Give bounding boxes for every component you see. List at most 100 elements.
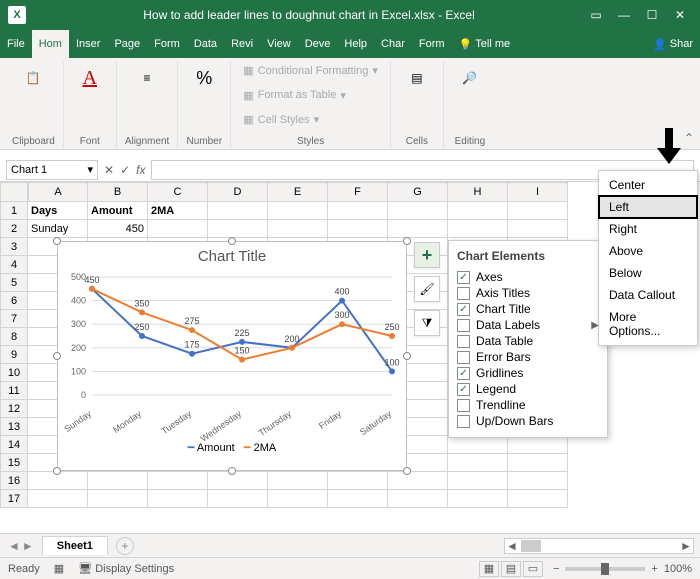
chart-element-item[interactable]: ✓Legend: [457, 381, 599, 397]
row-header[interactable]: 10: [0, 364, 28, 382]
column-header[interactable]: B: [88, 182, 148, 202]
chart-plot[interactable]: 0100200300400500SundayMondayTuesdayWedne…: [58, 271, 408, 441]
chart-element-item[interactable]: Data Table: [457, 333, 599, 349]
row-header[interactable]: 8: [0, 328, 28, 346]
view-page-layout-icon[interactable]: ▤: [501, 561, 521, 577]
chart-handle[interactable]: [228, 237, 236, 245]
chart-element-item[interactable]: Up/Down Bars: [457, 413, 599, 429]
cell[interactable]: [268, 220, 328, 238]
paste-button[interactable]: 📋: [15, 62, 51, 94]
checkbox[interactable]: [457, 415, 470, 428]
tab-formulas[interactable]: Form: [147, 30, 187, 58]
font-button[interactable]: A: [72, 62, 108, 94]
column-header[interactable]: D: [208, 182, 268, 202]
cell[interactable]: [208, 202, 268, 220]
checkbox[interactable]: [457, 319, 470, 332]
cell[interactable]: [388, 220, 448, 238]
row-header[interactable]: 7: [0, 310, 28, 328]
row-header[interactable]: 17: [0, 490, 28, 508]
cell[interactable]: [508, 436, 568, 454]
cell[interactable]: [448, 220, 508, 238]
cell[interactable]: [388, 472, 448, 490]
cancel-formula-icon[interactable]: ✕: [104, 163, 114, 177]
chart-handle[interactable]: [53, 467, 61, 475]
sheet-nav-prev-icon[interactable]: ◄: [8, 539, 20, 553]
cell[interactable]: [508, 472, 568, 490]
chart-handle[interactable]: [403, 352, 411, 360]
zoom-slider[interactable]: [565, 567, 645, 571]
cell[interactable]: [28, 490, 88, 508]
tab-file[interactable]: File: [0, 30, 32, 58]
cell-c2[interactable]: [148, 220, 208, 238]
chart-object[interactable]: Chart Title 0100200300400500SundayMonday…: [57, 241, 407, 471]
cell[interactable]: [268, 490, 328, 508]
checkbox[interactable]: ✓: [457, 383, 470, 396]
scroll-right-icon[interactable]: ►: [679, 539, 693, 553]
zoom-in-icon[interactable]: +: [651, 563, 657, 575]
alignment-button[interactable]: ≡: [129, 62, 165, 94]
submenu-item[interactable]: Below: [599, 262, 697, 284]
minimize-icon[interactable]: —: [612, 3, 636, 27]
chart-handle[interactable]: [53, 352, 61, 360]
chart-styles-button[interactable]: 🖌: [414, 276, 440, 302]
row-header[interactable]: 6: [0, 292, 28, 310]
add-sheet-button[interactable]: +: [116, 537, 134, 555]
chart-element-item[interactable]: Data Labels▶: [457, 317, 599, 333]
row-header[interactable]: 13: [0, 418, 28, 436]
cell[interactable]: [508, 202, 568, 220]
cell[interactable]: [448, 454, 508, 472]
tab-home[interactable]: Hom: [32, 30, 69, 58]
cell[interactable]: [148, 472, 208, 490]
checkbox[interactable]: ✓: [457, 303, 470, 316]
cell[interactable]: [328, 490, 388, 508]
checkbox[interactable]: [457, 351, 470, 364]
submenu-item[interactable]: Data Callout: [599, 284, 697, 306]
chart-elements-button[interactable]: +: [414, 242, 440, 268]
tab-format[interactable]: Form: [412, 30, 452, 58]
chart-element-item[interactable]: Error Bars: [457, 349, 599, 365]
cell-b1[interactable]: Amount: [88, 202, 148, 220]
chart-element-item[interactable]: Trendline: [457, 397, 599, 413]
tab-page[interactable]: Page: [107, 30, 147, 58]
row-header[interactable]: 15: [0, 454, 28, 472]
cell[interactable]: [448, 472, 508, 490]
cell[interactable]: [208, 472, 268, 490]
cell[interactable]: [508, 454, 568, 472]
tab-developer[interactable]: Deve: [298, 30, 338, 58]
cell[interactable]: [508, 490, 568, 508]
cell[interactable]: [88, 490, 148, 508]
cell[interactable]: [148, 490, 208, 508]
submenu-item[interactable]: Above: [599, 240, 697, 262]
chart-element-item[interactable]: Axis Titles: [457, 285, 599, 301]
tab-help[interactable]: Help: [337, 30, 374, 58]
chart-handle[interactable]: [403, 467, 411, 475]
zoom-level[interactable]: 100%: [664, 563, 692, 575]
cell[interactable]: [208, 490, 268, 508]
submenu-item[interactable]: More Options...: [599, 306, 697, 342]
chart-legend[interactable]: ━ Amount ━ 2MA: [58, 441, 406, 458]
enter-formula-icon[interactable]: ✓: [120, 163, 130, 177]
share-button[interactable]: 👤Shar: [646, 30, 700, 58]
row-header[interactable]: 11: [0, 382, 28, 400]
column-header[interactable]: I: [508, 182, 568, 202]
column-header[interactable]: F: [328, 182, 388, 202]
chart-element-item[interactable]: ✓Chart Title: [457, 301, 599, 317]
column-header[interactable]: E: [268, 182, 328, 202]
checkbox[interactable]: [457, 287, 470, 300]
scroll-left-icon[interactable]: ◄: [505, 539, 519, 553]
cell-a1[interactable]: Days: [28, 202, 88, 220]
submenu-item[interactable]: Center: [599, 174, 697, 196]
zoom-control[interactable]: − + 100%: [553, 563, 692, 575]
tab-chart[interactable]: Char: [374, 30, 412, 58]
checkbox[interactable]: [457, 335, 470, 348]
chart-handle[interactable]: [228, 467, 236, 475]
chart-filters-button[interactable]: ⧩: [414, 310, 440, 336]
sheet-tab-sheet1[interactable]: Sheet1: [42, 536, 108, 555]
zoom-out-icon[interactable]: −: [553, 563, 559, 575]
chart-element-item[interactable]: ✓Axes: [457, 269, 599, 285]
cell[interactable]: [388, 202, 448, 220]
row-header[interactable]: 9: [0, 346, 28, 364]
horizontal-scrollbar[interactable]: ◄ ►: [504, 538, 694, 554]
chart-title[interactable]: Chart Title: [58, 242, 406, 271]
cell-b2[interactable]: 450: [88, 220, 148, 238]
